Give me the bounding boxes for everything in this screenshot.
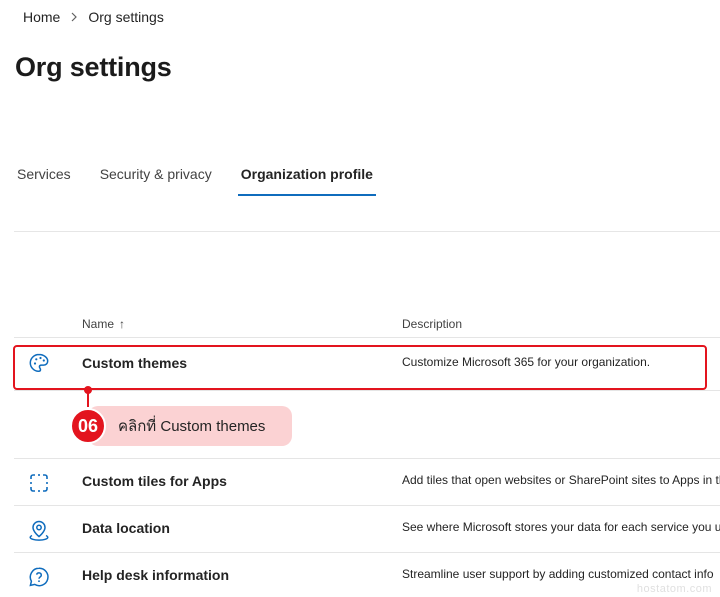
- breadcrumb-current: Org settings: [88, 9, 164, 25]
- row-description: See where Microsoft stores your data for…: [402, 520, 720, 534]
- row-name[interactable]: Data location: [82, 520, 170, 536]
- page-title: Org settings: [15, 52, 172, 82]
- chevron-right-icon: [70, 8, 78, 26]
- callout-connector: [87, 389, 89, 407]
- breadcrumb: Home Org settings: [23, 8, 164, 26]
- row-name[interactable]: Help desk information: [82, 567, 229, 583]
- tab-security-privacy[interactable]: Security & privacy: [97, 158, 215, 196]
- settings-table: Name ↑ Description Custom themes Customi…: [14, 310, 720, 597]
- tab-list: Services Security & privacy Organization…: [14, 158, 399, 198]
- step-number-badge: 06: [70, 408, 106, 444]
- location-pin-icon: [28, 519, 50, 541]
- question-circle-icon: [28, 566, 50, 588]
- row-name[interactable]: Custom tiles for Apps: [82, 473, 227, 489]
- column-header-name[interactable]: Name ↑: [82, 317, 125, 331]
- callout-text: คลิกที่ Custom themes: [118, 418, 266, 435]
- table-row[interactable]: Data location See where Microsoft stores…: [14, 506, 720, 553]
- table-header: Name ↑ Description: [14, 310, 720, 338]
- tabs-divider: [14, 231, 720, 232]
- sort-ascending-icon: ↑: [119, 317, 126, 331]
- tab-services[interactable]: Services: [14, 158, 74, 196]
- table-row[interactable]: Help desk information Streamline user su…: [14, 553, 720, 597]
- row-description: Streamline user support by adding custom…: [402, 567, 714, 581]
- palette-icon: [28, 352, 50, 374]
- row-description: Customize Microsoft 365 for your organiz…: [402, 355, 651, 369]
- breadcrumb-home-link[interactable]: Home: [23, 9, 60, 25]
- table-row[interactable]: Custom tiles for Apps Add tiles that ope…: [14, 459, 720, 506]
- row-description: Add tiles that open websites or SharePoi…: [402, 473, 720, 487]
- column-header-description: Description: [402, 317, 463, 331]
- tab-organization-profile[interactable]: Organization profile: [237, 158, 377, 196]
- column-header-name-label: Name: [82, 317, 115, 331]
- row-name[interactable]: Custom themes: [82, 355, 187, 371]
- dashed-square-icon: [28, 472, 50, 494]
- watermark: hostatom.com: [636, 583, 712, 595]
- step-callout: 06 คลิกที่ Custom themes: [70, 406, 292, 446]
- table-row[interactable]: Custom themes Customize Microsoft 365 fo…: [14, 338, 720, 391]
